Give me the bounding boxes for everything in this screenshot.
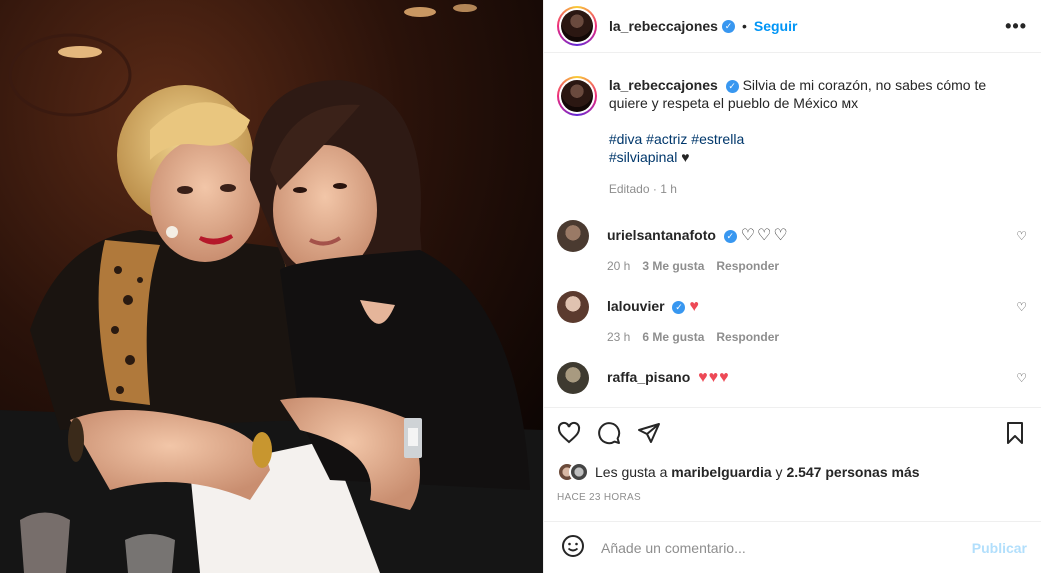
verified-badge-icon: ✓	[723, 229, 737, 243]
photo-illustration	[0, 0, 543, 573]
liker-avatar	[569, 462, 589, 482]
comments-scroll-area[interactable]: la_rebeccajones ✓ Silvia de mi corazón, …	[544, 53, 1041, 407]
likes-mid: y	[771, 464, 787, 480]
verified-badge-icon: ✓	[672, 300, 686, 314]
caption-edited-time: Editado · 1 h	[608, 182, 677, 196]
comment-bubble-icon[interactable]	[597, 421, 621, 448]
smiley-icon[interactable]	[561, 534, 585, 561]
post-timestamp[interactable]: HACE 23 HORAS	[557, 492, 1027, 503]
post-caption: la_rebeccajones ✓ Silvia de mi corazón, …	[557, 76, 1027, 198]
liker-username[interactable]: maribelguardia	[671, 464, 771, 480]
comment-likes[interactable]: 6 Me gusta	[642, 330, 704, 344]
post-sidebar: la_rebeccajones ✓ • Seguir ••• la_rebecc…	[543, 0, 1041, 573]
comment-text: ♥♥♥	[698, 369, 730, 386]
comment-item: raffa_pisano ♥♥♥ ♡	[557, 362, 1027, 394]
verified-badge-icon: ✓	[721, 19, 735, 33]
likes-prefix: Les gusta a	[595, 464, 672, 480]
reply-button[interactable]: Responder	[716, 259, 779, 273]
reply-button[interactable]: Responder	[716, 330, 779, 344]
hashtag-link[interactable]: #silviapinal	[609, 149, 677, 165]
avatar-image	[561, 10, 593, 42]
publish-button[interactable]: Publicar	[972, 540, 1027, 556]
post-header: la_rebeccajones ✓ • Seguir •••	[544, 0, 1041, 53]
likes-count[interactable]: 2.547 personas más	[786, 464, 919, 480]
hashtag-line: #silviapinal ♥	[609, 148, 1027, 166]
follow-button[interactable]: Seguir	[754, 18, 798, 34]
likes-summary: Les gusta a maribelguardia y 2.547 perso…	[557, 462, 1027, 482]
verified-badge-icon: ✓	[725, 79, 739, 93]
commenter-username[interactable]: urielsantanafoto	[607, 227, 716, 243]
paper-plane-icon[interactable]	[637, 421, 661, 448]
comment-text: ♥	[689, 298, 700, 315]
caption-username[interactable]: la_rebeccajones	[609, 77, 718, 93]
hashtag-line: #diva #actriz #estrella	[609, 130, 1027, 148]
bookmark-icon[interactable]	[1003, 421, 1027, 448]
comment-input[interactable]: Añade un comentario...	[601, 540, 746, 556]
commenter-username[interactable]: raffa_pisano	[607, 369, 690, 385]
author-avatar[interactable]	[557, 6, 597, 46]
separator-dot: •	[741, 18, 747, 34]
heart-outline-icon[interactable]	[557, 421, 581, 448]
comment-time: 23 h	[607, 330, 631, 344]
black-heart-icon: ♥	[681, 149, 690, 165]
caption-author-avatar[interactable]	[557, 76, 597, 116]
commenter-avatar[interactable]	[557, 220, 589, 252]
commenter-avatar[interactable]	[557, 291, 589, 323]
commenter-avatar[interactable]	[557, 362, 589, 394]
like-comment-heart-icon[interactable]: ♡	[1016, 300, 1027, 314]
like-comment-heart-icon[interactable]: ♡	[1016, 229, 1027, 243]
avatar-image	[560, 80, 593, 112]
add-comment-bar: Añade un comentario... Publicar	[544, 521, 1041, 573]
caption-body: la_rebeccajones ✓ Silvia de mi corazón, …	[609, 76, 1027, 198]
comment-time: 20 h	[607, 259, 631, 273]
instagram-post-view: la_rebeccajones ✓ • Seguir ••• la_rebecc…	[0, 0, 1041, 573]
comment-text: ♡♡♡	[740, 227, 790, 244]
action-icons-row	[557, 421, 1027, 448]
commenter-username[interactable]: lalouvier	[607, 298, 665, 314]
comment-item: lalouvier ✓ ♥ 23 h 6 Me gusta Responder …	[557, 291, 1027, 344]
like-comment-heart-icon[interactable]: ♡	[1016, 371, 1027, 385]
comment-item: urielsantanafoto ✓ ♡♡♡ 20 h 3 Me gusta R…	[557, 220, 1027, 273]
comment-likes[interactable]: 3 Me gusta	[642, 259, 704, 273]
more-options-icon[interactable]: •••	[1005, 16, 1027, 37]
post-photo[interactable]	[0, 0, 543, 573]
hashtag-links[interactable]: #diva #actriz #estrella	[609, 131, 744, 147]
author-username[interactable]: la_rebeccajones	[609, 18, 718, 34]
